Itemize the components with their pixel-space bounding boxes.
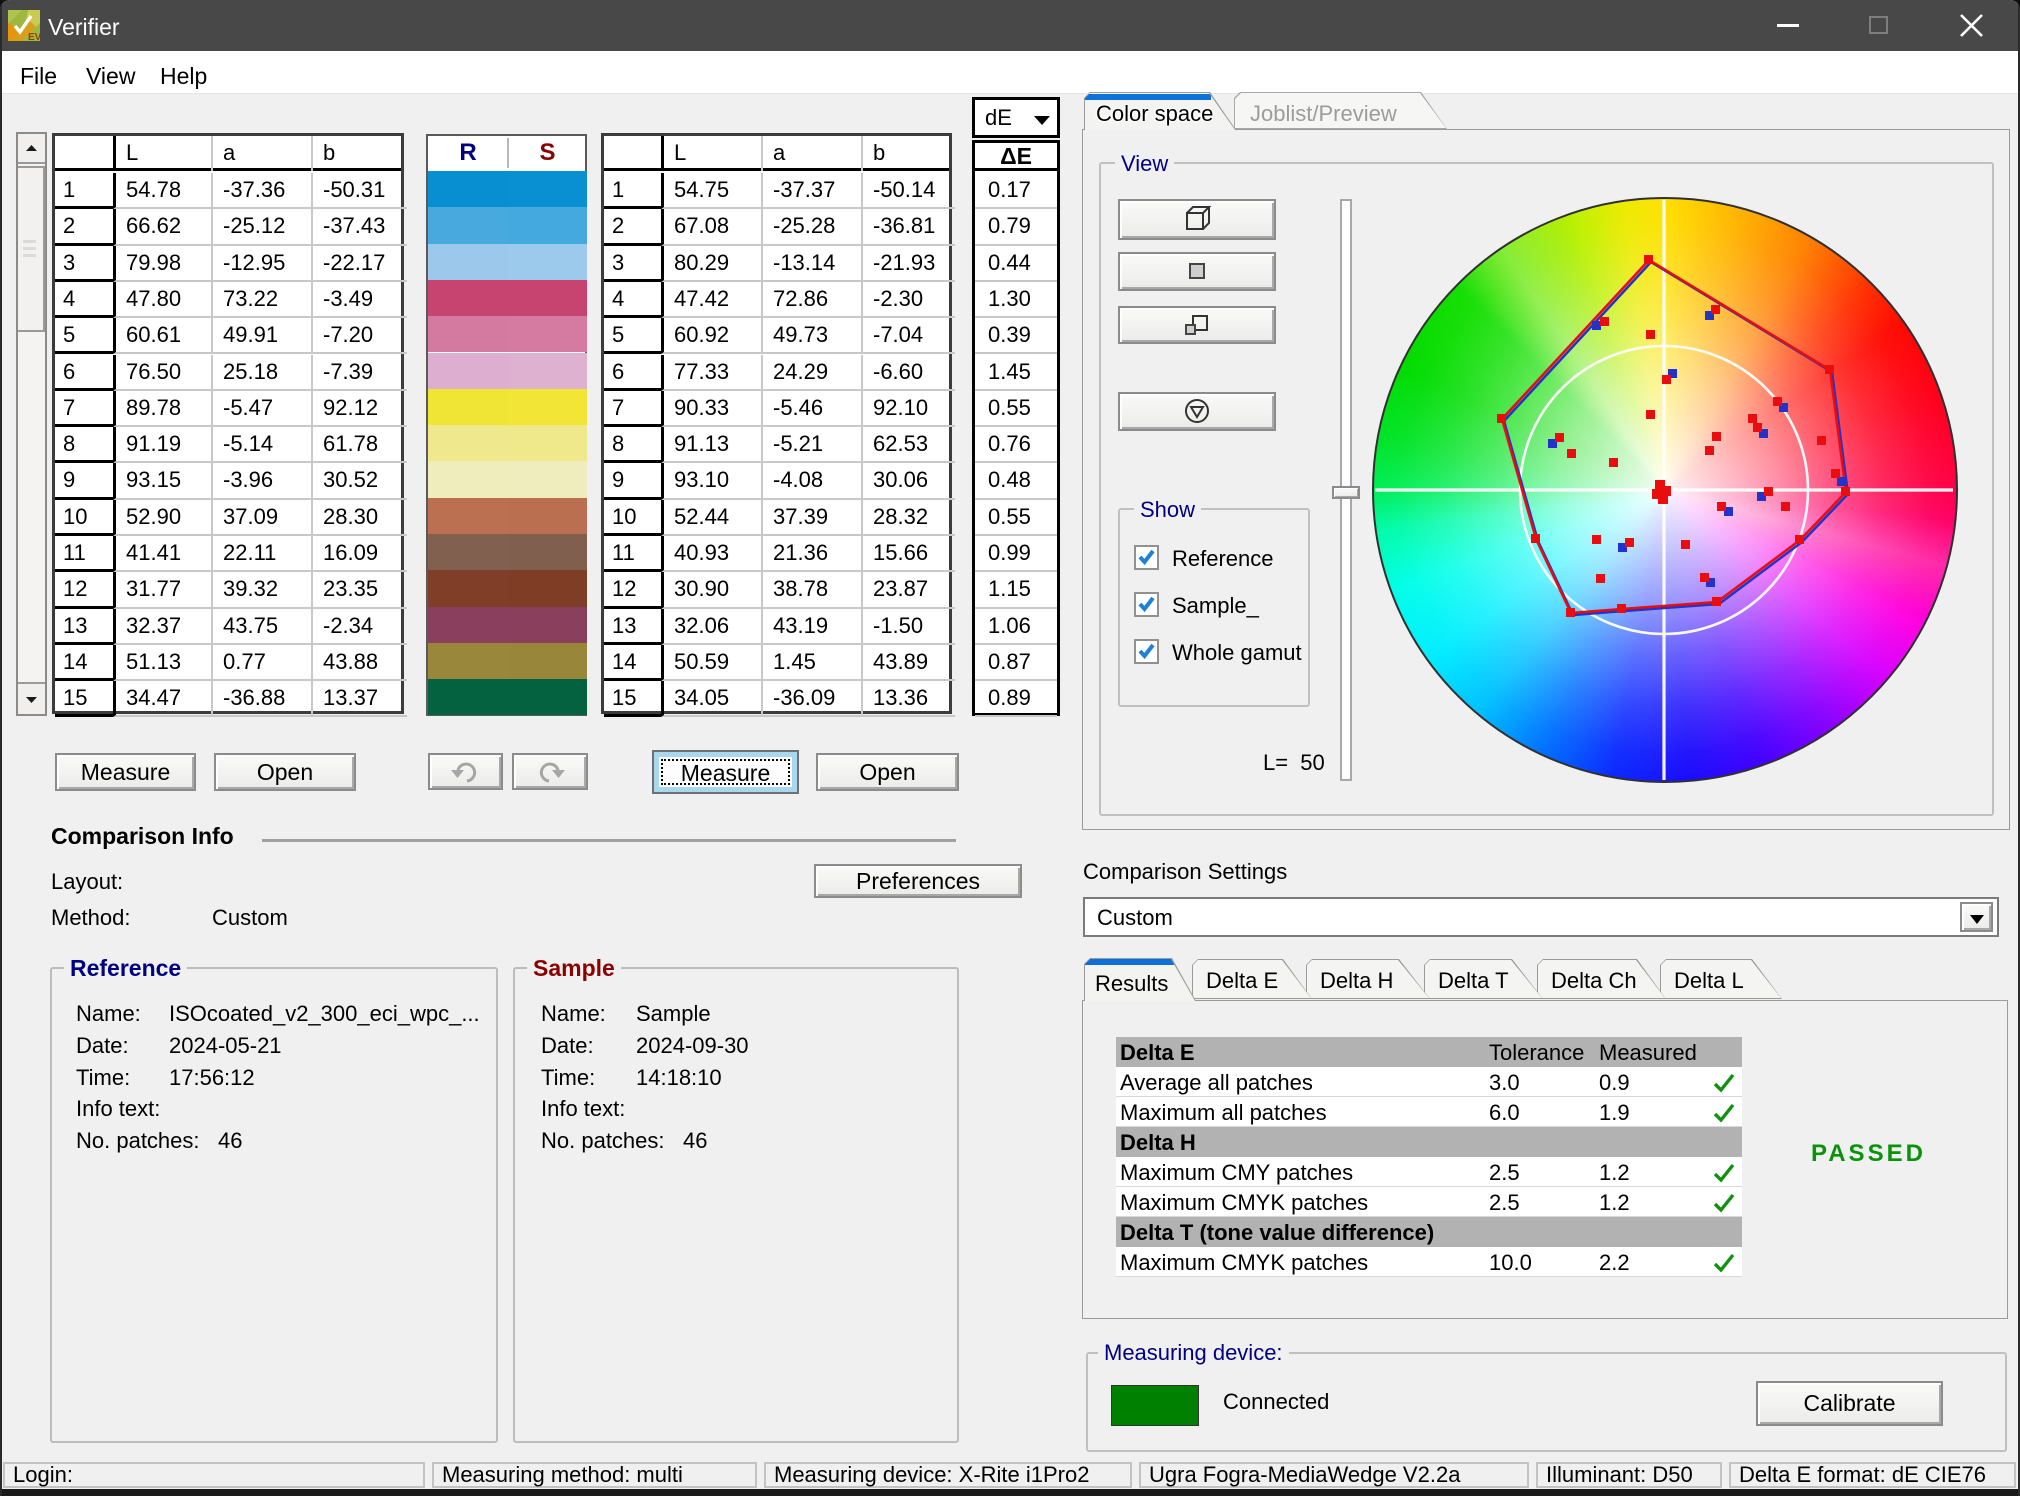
svg-text:EV: EV	[28, 32, 40, 41]
